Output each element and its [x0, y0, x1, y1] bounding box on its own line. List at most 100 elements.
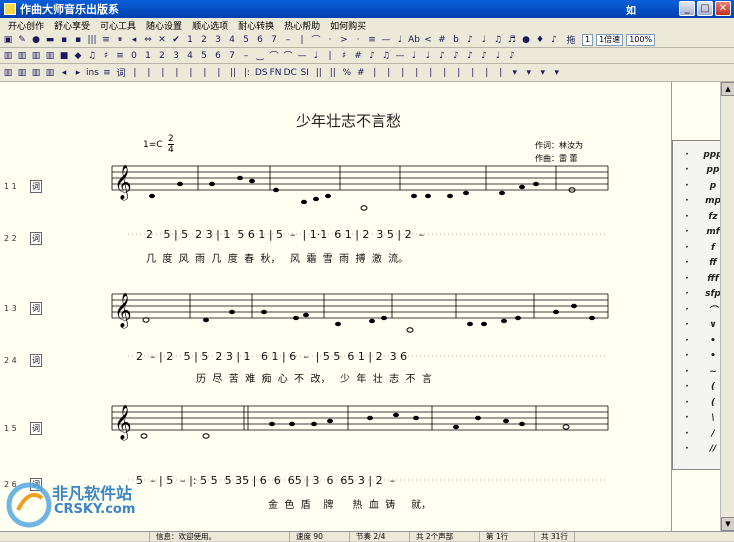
toolbar-button[interactable]: |: [425, 66, 437, 79]
toolbar-button[interactable]: ||: [327, 66, 339, 79]
menu-item[interactable]: 可心工具: [95, 19, 141, 32]
lyric-toggle[interactable]: 词: [30, 422, 42, 435]
palette-symbol[interactable]: fz: [708, 209, 717, 225]
scroll-up-icon[interactable]: ▲: [721, 82, 734, 96]
maximize-button[interactable]: □: [697, 1, 713, 16]
palette-symbol[interactable]: \: [711, 411, 714, 427]
toolbar-button[interactable]: ▥: [44, 49, 56, 62]
palette-symbol[interactable]: ·: [685, 147, 688, 163]
palette-symbol[interactable]: p: [710, 178, 716, 194]
palette-symbol[interactable]: mp: [705, 194, 721, 210]
toolbar-button[interactable]: ◂: [128, 33, 140, 46]
toolbar-button[interactable]: ♪: [450, 49, 462, 62]
toolbar-button[interactable]: 2: [198, 33, 210, 46]
toolbar-button[interactable]: ♬: [506, 33, 518, 46]
toolbar-button[interactable]: 3: [170, 49, 182, 62]
toolbar-button[interactable]: FN: [270, 66, 282, 79]
palette-symbol[interactable]: ∨: [709, 318, 716, 334]
toolbar-button[interactable]: ▥: [16, 49, 28, 62]
toolbar-button[interactable]: ▥: [2, 49, 14, 62]
palette-symbol[interactable]: ·: [685, 287, 688, 303]
score-canvas[interactable]: 少年壮志不言愁 1=C 2 4 作词：林汝为 作曲：雷 蕾 𝄞 𝄞 𝄞 1 1 …: [0, 82, 672, 531]
toolbar-button[interactable]: ⏸: [114, 33, 126, 46]
toolbar-button[interactable]: |: [199, 66, 211, 79]
palette-symbol[interactable]: ·: [685, 163, 688, 179]
toolbar-button[interactable]: #: [436, 33, 448, 46]
palette-symbol[interactable]: ·: [685, 209, 688, 225]
toolbar-button[interactable]: Ab: [408, 33, 420, 46]
lyric-toggle[interactable]: 词: [30, 180, 42, 193]
toolbar-button[interactable]: |||: [86, 33, 98, 46]
toolbar-button[interactable]: ♩: [310, 49, 322, 62]
toolbar-button[interactable]: 7: [226, 49, 238, 62]
palette-symbol[interactable]: /: [711, 426, 714, 442]
palette-symbol[interactable]: f: [711, 240, 715, 256]
toolbar-button[interactable]: –: [282, 33, 294, 46]
toolbar-button[interactable]: ♪: [548, 33, 560, 46]
palette-symbol[interactable]: pp: [707, 163, 720, 179]
palette-symbol[interactable]: ·: [685, 395, 688, 411]
palette-symbol[interactable]: ·: [685, 333, 688, 349]
toolbar-button[interactable]: |: [157, 66, 169, 79]
palette-symbol[interactable]: ·: [685, 318, 688, 334]
speed-select[interactable]: 1倍速: [596, 33, 624, 46]
toolbar-button[interactable]: ·: [324, 33, 336, 46]
toolbar-button[interactable]: |: [213, 66, 225, 79]
palette-symbol[interactable]: mf: [706, 225, 719, 241]
toolbar-button[interactable]: –: [240, 49, 252, 62]
palette-symbol[interactable]: ·: [685, 302, 688, 318]
toolbar-button[interactable]: |: [383, 66, 395, 79]
toolbar-button[interactable]: ▣: [2, 33, 14, 46]
palette-symbol[interactable]: ·: [685, 349, 688, 365]
menu-item[interactable]: 顺心选项: [187, 19, 233, 32]
toolbar-button[interactable]: |: [439, 66, 451, 79]
toolbar-button[interactable]: ⇔: [142, 33, 154, 46]
toolbar-button[interactable]: 词: [115, 66, 127, 79]
toolbar-button[interactable]: 5: [240, 33, 252, 46]
toolbar-button[interactable]: ◆: [72, 49, 84, 62]
palette-symbol[interactable]: •: [710, 333, 716, 349]
palette-symbol[interactable]: ·: [685, 240, 688, 256]
toolbar-button[interactable]: ♪: [436, 49, 448, 62]
toolbar-button[interactable]: ■: [58, 49, 70, 62]
palette-symbol[interactable]: fff: [707, 271, 718, 287]
toolbar-button[interactable]: ♯: [338, 49, 350, 62]
toolbar-button[interactable]: |: [185, 66, 197, 79]
palette-symbol[interactable]: ·: [685, 364, 688, 380]
toolbar-button[interactable]: |: [296, 33, 308, 46]
palette-symbol[interactable]: ff: [709, 256, 717, 272]
toolbar-button[interactable]: ♫: [492, 33, 504, 46]
toolbar-button[interactable]: ◂: [58, 66, 70, 79]
toolbar-button[interactable]: |: [467, 66, 479, 79]
toolbar-button[interactable]: ≡: [101, 66, 113, 79]
toolbar-button[interactable]: ▪: [58, 33, 70, 46]
close-button[interactable]: ✕: [715, 1, 731, 16]
toolbar-button[interactable]: ⌒: [282, 49, 294, 62]
palette-symbol[interactable]: (: [711, 395, 715, 411]
toolbar-button[interactable]: |: [171, 66, 183, 79]
toolbar-button[interactable]: DS: [255, 66, 268, 79]
toolbar-button[interactable]: ⌒: [310, 33, 322, 46]
toolbar-button[interactable]: 6: [254, 33, 266, 46]
toolbar-button[interactable]: ||: [313, 66, 325, 79]
toolbar-button[interactable]: —: [380, 33, 392, 46]
toolbar-button[interactable]: ▥: [30, 49, 42, 62]
zoom-input[interactable]: 1: [582, 33, 594, 46]
zoom-percent-select[interactable]: 100%: [626, 33, 656, 46]
toolbar-button[interactable]: ●: [520, 33, 532, 46]
toolbar-button[interactable]: #: [355, 66, 367, 79]
toolbar-button[interactable]: |: [324, 49, 336, 62]
palette-symbol[interactable]: ⌒: [708, 302, 717, 318]
toolbar-button[interactable]: ●: [30, 33, 42, 46]
toolbar-button[interactable]: ·: [352, 33, 364, 46]
palette-symbol[interactable]: (: [711, 380, 715, 396]
menu-item[interactable]: 舒心享受: [49, 19, 95, 32]
toolbar-button[interactable]: |:: [241, 66, 253, 79]
toolbar-button[interactable]: ✕: [156, 33, 168, 46]
toolbar-button[interactable]: ▬: [44, 33, 56, 46]
toolbar-button[interactable]: ▥: [30, 66, 42, 79]
toolbar-button[interactable]: ||: [227, 66, 239, 79]
menu-item[interactable]: 开心创作: [3, 19, 49, 32]
toolbar-button[interactable]: ▥: [44, 66, 56, 79]
toolbar-button[interactable]: ≡: [366, 33, 378, 46]
